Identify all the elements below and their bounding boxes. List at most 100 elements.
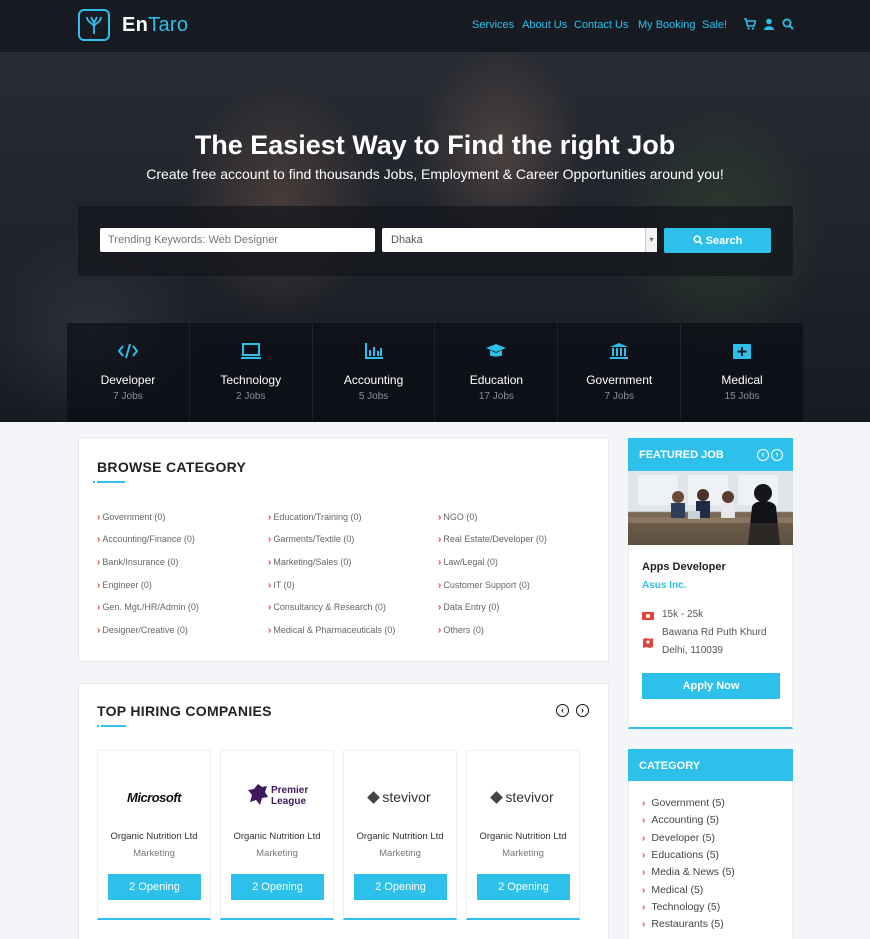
browse-category-link[interactable]: › Medical & Pharmaceuticals (0)	[268, 625, 395, 636]
search-icon	[693, 234, 703, 245]
nav-link-about[interactable]: About Us	[522, 19, 567, 31]
browse-category-link[interactable]: › Garments/Textile (0)	[268, 534, 354, 545]
browse-category-link[interactable]: › Gen. Mgt./HR/Admin (0)	[97, 602, 199, 613]
browse-category-label: NGO (0)	[443, 512, 478, 522]
company-logo-text: stevivor	[382, 789, 431, 805]
company-card[interactable]: Microsoft Organic Nutrition Ltd Marketin…	[97, 750, 211, 920]
nav-link-sale[interactable]: Sale!	[702, 19, 727, 31]
category-count: 5 Jobs	[358, 391, 389, 402]
browse-category-link[interactable]: › Law/Legal (0)	[438, 557, 498, 568]
graduation-cap-icon	[486, 344, 507, 357]
category-count: 7 Jobs	[604, 391, 634, 402]
apply-now-button[interactable]: Apply Now	[642, 673, 780, 699]
company-card[interactable]: stevivor Organic Nutrition Ltd Marketing…	[466, 750, 580, 920]
category-tile-medical[interactable]: Medical 15 Jobs	[681, 323, 803, 422]
sidebar-category-link[interactable]: › Government (5)	[642, 797, 725, 809]
browse-category-link[interactable]: › Education/Training (0)	[268, 512, 362, 523]
category-tile-government[interactable]: Government 7 Jobs	[558, 323, 682, 422]
company-openings-button[interactable]: 2 Opening	[108, 874, 201, 900]
category-name: Technology	[220, 373, 282, 387]
sidebar-category-link[interactable]: › Technology (5)	[642, 901, 720, 913]
company-dept: Marketing	[502, 848, 544, 859]
location-select-value: Dhaka	[391, 234, 423, 246]
sidebar-category-label: Media & News (5)	[651, 866, 735, 878]
search-button-label: Search	[705, 234, 743, 247]
browse-category-label: Accounting/Finance (0)	[102, 534, 195, 544]
browse-category-link[interactable]: › Bank/Insurance (0)	[97, 557, 178, 568]
browse-category-link[interactable]: › Engineer (0)	[97, 580, 152, 591]
chevron-right-icon: ›	[97, 580, 101, 591]
location-select[interactable]: Dhaka ▾	[382, 228, 657, 252]
category-name: Accounting	[343, 373, 404, 387]
sidebar-category-link[interactable]: › Educations (5)	[642, 849, 719, 861]
user-icon[interactable]	[763, 18, 775, 30]
nav-link-booking[interactable]: My Booking	[638, 19, 695, 31]
featured-job-title: FEATURED JOB	[639, 449, 724, 461]
stevivor-logo: stevivor	[467, 787, 579, 811]
nav-link-services[interactable]: Services	[472, 19, 514, 31]
category-tile-accounting[interactable]: Accounting 5 Jobs	[312, 323, 436, 422]
browse-category-label: IT (0)	[273, 580, 295, 590]
sidebar-category-label: Developer (5)	[651, 832, 715, 844]
chevron-right-icon: ›	[438, 602, 442, 613]
browse-category-label: Medical & Pharmaceuticals (0)	[273, 625, 396, 635]
featured-job-company[interactable]: Asus Inc.	[642, 580, 686, 591]
browse-category-link[interactable]: › Marketing/Sales (0)	[268, 557, 351, 568]
chevron-right-icon: ›	[268, 580, 272, 591]
featured-job-name[interactable]: Apps Developer	[642, 561, 726, 573]
featured-next-icon[interactable]: ›	[771, 449, 783, 461]
keyword-search-input[interactable]	[100, 228, 375, 252]
browse-category-link[interactable]: › Others (0)	[438, 625, 484, 636]
category-tile-technology[interactable]: Technology 2 Jobs	[189, 323, 313, 422]
chevron-right-icon: ›	[268, 625, 272, 636]
company-card[interactable]: Premier League Organic Nutrition Ltd Mar…	[220, 750, 334, 920]
sidebar-category-link[interactable]: › Restaurants (5)	[642, 918, 724, 930]
chevron-right-icon: ›	[642, 867, 646, 878]
browse-category-link[interactable]: › Designer/Creative (0)	[97, 625, 188, 636]
diamond-icon	[367, 791, 381, 804]
company-openings-button[interactable]: 2 Opening	[354, 874, 447, 900]
chevron-right-icon: ›	[642, 850, 646, 861]
brand-name[interactable]: EnTaro	[122, 14, 188, 37]
search-button[interactable]: Search	[664, 228, 771, 253]
browse-category-label: Designer/Creative (0)	[102, 625, 188, 635]
chevron-right-icon: ›	[642, 815, 646, 826]
nav-link-contact[interactable]: Contact Us	[574, 19, 628, 31]
company-card[interactable]: stevivor Organic Nutrition Ltd Marketing…	[343, 750, 457, 920]
browse-category-link[interactable]: › Consultancy & Research (0)	[268, 602, 386, 613]
sidebar-category-link[interactable]: › Media & News (5)	[642, 866, 735, 878]
browse-category-link[interactable]: › Data Entry (0)	[438, 602, 499, 613]
category-tile-developer[interactable]: Developer 7 Jobs	[67, 323, 190, 422]
browse-category-link[interactable]: › Government (0)	[97, 512, 165, 523]
browse-category-label: Gen. Mgt./HR/Admin (0)	[102, 602, 199, 612]
logo-icon[interactable]	[78, 9, 110, 41]
carousel-next-icon[interactable]: ›	[576, 704, 589, 717]
browse-category-link[interactable]: › Accounting/Finance (0)	[97, 534, 195, 545]
carousel-prev-icon[interactable]: ‹	[556, 704, 569, 717]
browse-category-link[interactable]: › NGO (0)	[438, 512, 477, 523]
browse-category-link[interactable]: › IT (0)	[268, 580, 295, 591]
browse-category-label: Law/Legal (0)	[443, 557, 498, 567]
category-tile-education[interactable]: Education 17 Jobs	[435, 323, 559, 422]
search-icon[interactable]	[782, 18, 794, 30]
featured-job-salary: 15k - 25k	[662, 609, 704, 620]
company-openings-button[interactable]: 2 Opening	[477, 874, 570, 900]
browse-category-link[interactable]: › Customer Support (0)	[438, 580, 530, 591]
chevron-right-icon: ›	[642, 919, 646, 930]
sidebar-category-link[interactable]: › Accounting (5)	[642, 814, 719, 826]
featured-prev-icon[interactable]: ‹	[757, 449, 769, 461]
browse-category-label: Others (0)	[443, 625, 484, 635]
logo-mark-icon	[86, 16, 102, 34]
chevron-right-icon: ›	[642, 902, 646, 913]
chevron-right-icon: ›	[438, 512, 442, 523]
sidebar-category-link[interactable]: › Medical (5)	[642, 884, 703, 896]
sidebar-category-link[interactable]: › Developer (5)	[642, 832, 715, 844]
sidebar-category-label: Government (5)	[651, 797, 725, 809]
cart-icon[interactable]	[744, 18, 756, 30]
featured-job-address-line1: Bawana Rd Puth Khurd	[662, 627, 767, 638]
diamond-icon	[490, 791, 504, 804]
browse-category-link[interactable]: › Real Estate/Developer (0)	[438, 534, 547, 545]
title-underline	[93, 481, 125, 483]
company-openings-button[interactable]: 2 Opening	[231, 874, 324, 900]
category-name: Developer	[100, 373, 156, 387]
